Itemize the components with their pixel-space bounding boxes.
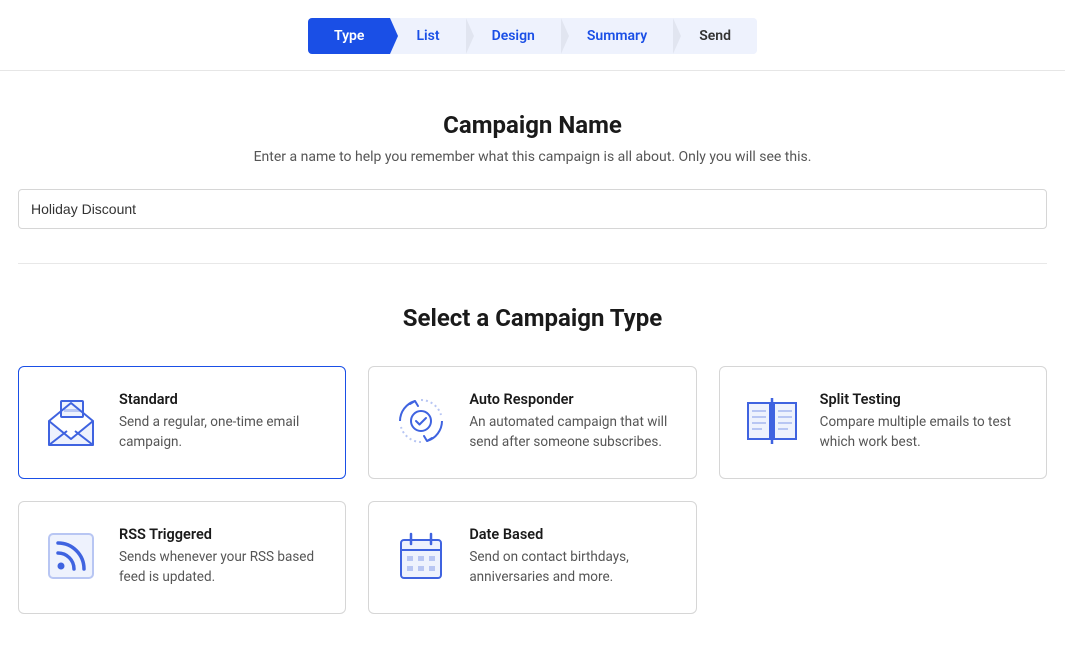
card-desc: Send on contact birthdays, anniversaries… bbox=[469, 548, 673, 587]
card-desc: Sends whenever your RSS based feed is up… bbox=[119, 548, 323, 587]
type-card-auto-responder[interactable]: Auto Responder An automated campaign tha… bbox=[368, 366, 696, 479]
step-label: Type bbox=[334, 28, 364, 44]
step-type[interactable]: Type bbox=[308, 18, 390, 54]
rss-icon bbox=[41, 526, 101, 586]
step-send[interactable]: Send bbox=[673, 18, 757, 54]
envelope-icon bbox=[41, 391, 101, 451]
step-list[interactable]: List bbox=[390, 18, 465, 54]
card-text: Date Based Send on contact birthdays, an… bbox=[469, 526, 673, 587]
card-text: Split Testing Compare multiple emails to… bbox=[820, 391, 1024, 452]
card-title: RSS Triggered bbox=[119, 526, 323, 543]
campaign-name-input[interactable] bbox=[18, 189, 1047, 229]
step-label: Design bbox=[492, 28, 535, 44]
step-summary[interactable]: Summary bbox=[561, 18, 673, 54]
card-text: RSS Triggered Sends whenever your RSS ba… bbox=[119, 526, 323, 587]
split-testing-icon bbox=[742, 391, 802, 451]
campaign-type-grid: Standard Send a regular, one-time email … bbox=[18, 366, 1047, 614]
stepper: Type List Design Summary Send bbox=[0, 0, 1065, 71]
campaign-name-subtitle: Enter a name to help you remember what t… bbox=[18, 149, 1047, 165]
calendar-icon bbox=[391, 526, 451, 586]
auto-responder-icon bbox=[391, 391, 451, 451]
type-card-split-testing[interactable]: Split Testing Compare multiple emails to… bbox=[719, 366, 1047, 479]
campaign-name-title: Campaign Name bbox=[18, 111, 1047, 139]
card-desc: Compare multiple emails to test which wo… bbox=[820, 413, 1024, 452]
stepper-inner: Type List Design Summary Send bbox=[308, 18, 757, 54]
campaign-type-title: Select a Campaign Type bbox=[18, 304, 1047, 332]
divider bbox=[18, 263, 1047, 264]
step-design[interactable]: Design bbox=[466, 18, 561, 54]
content: Campaign Name Enter a name to help you r… bbox=[0, 71, 1065, 634]
card-text: Auto Responder An automated campaign tha… bbox=[469, 391, 673, 452]
type-card-rss-triggered[interactable]: RSS Triggered Sends whenever your RSS ba… bbox=[18, 501, 346, 614]
card-text: Standard Send a regular, one-time email … bbox=[119, 391, 323, 452]
type-card-date-based[interactable]: Date Based Send on contact birthdays, an… bbox=[368, 501, 696, 614]
step-label: List bbox=[416, 28, 439, 44]
card-title: Date Based bbox=[469, 526, 673, 543]
card-desc: Send a regular, one-time email campaign. bbox=[119, 413, 323, 452]
type-card-standard[interactable]: Standard Send a regular, one-time email … bbox=[18, 366, 346, 479]
card-title: Auto Responder bbox=[469, 391, 673, 408]
card-title: Standard bbox=[119, 391, 323, 408]
card-desc: An automated campaign that will send aft… bbox=[469, 413, 673, 452]
step-label: Summary bbox=[587, 28, 647, 44]
card-title: Split Testing bbox=[820, 391, 1024, 408]
step-label: Send bbox=[699, 28, 731, 44]
